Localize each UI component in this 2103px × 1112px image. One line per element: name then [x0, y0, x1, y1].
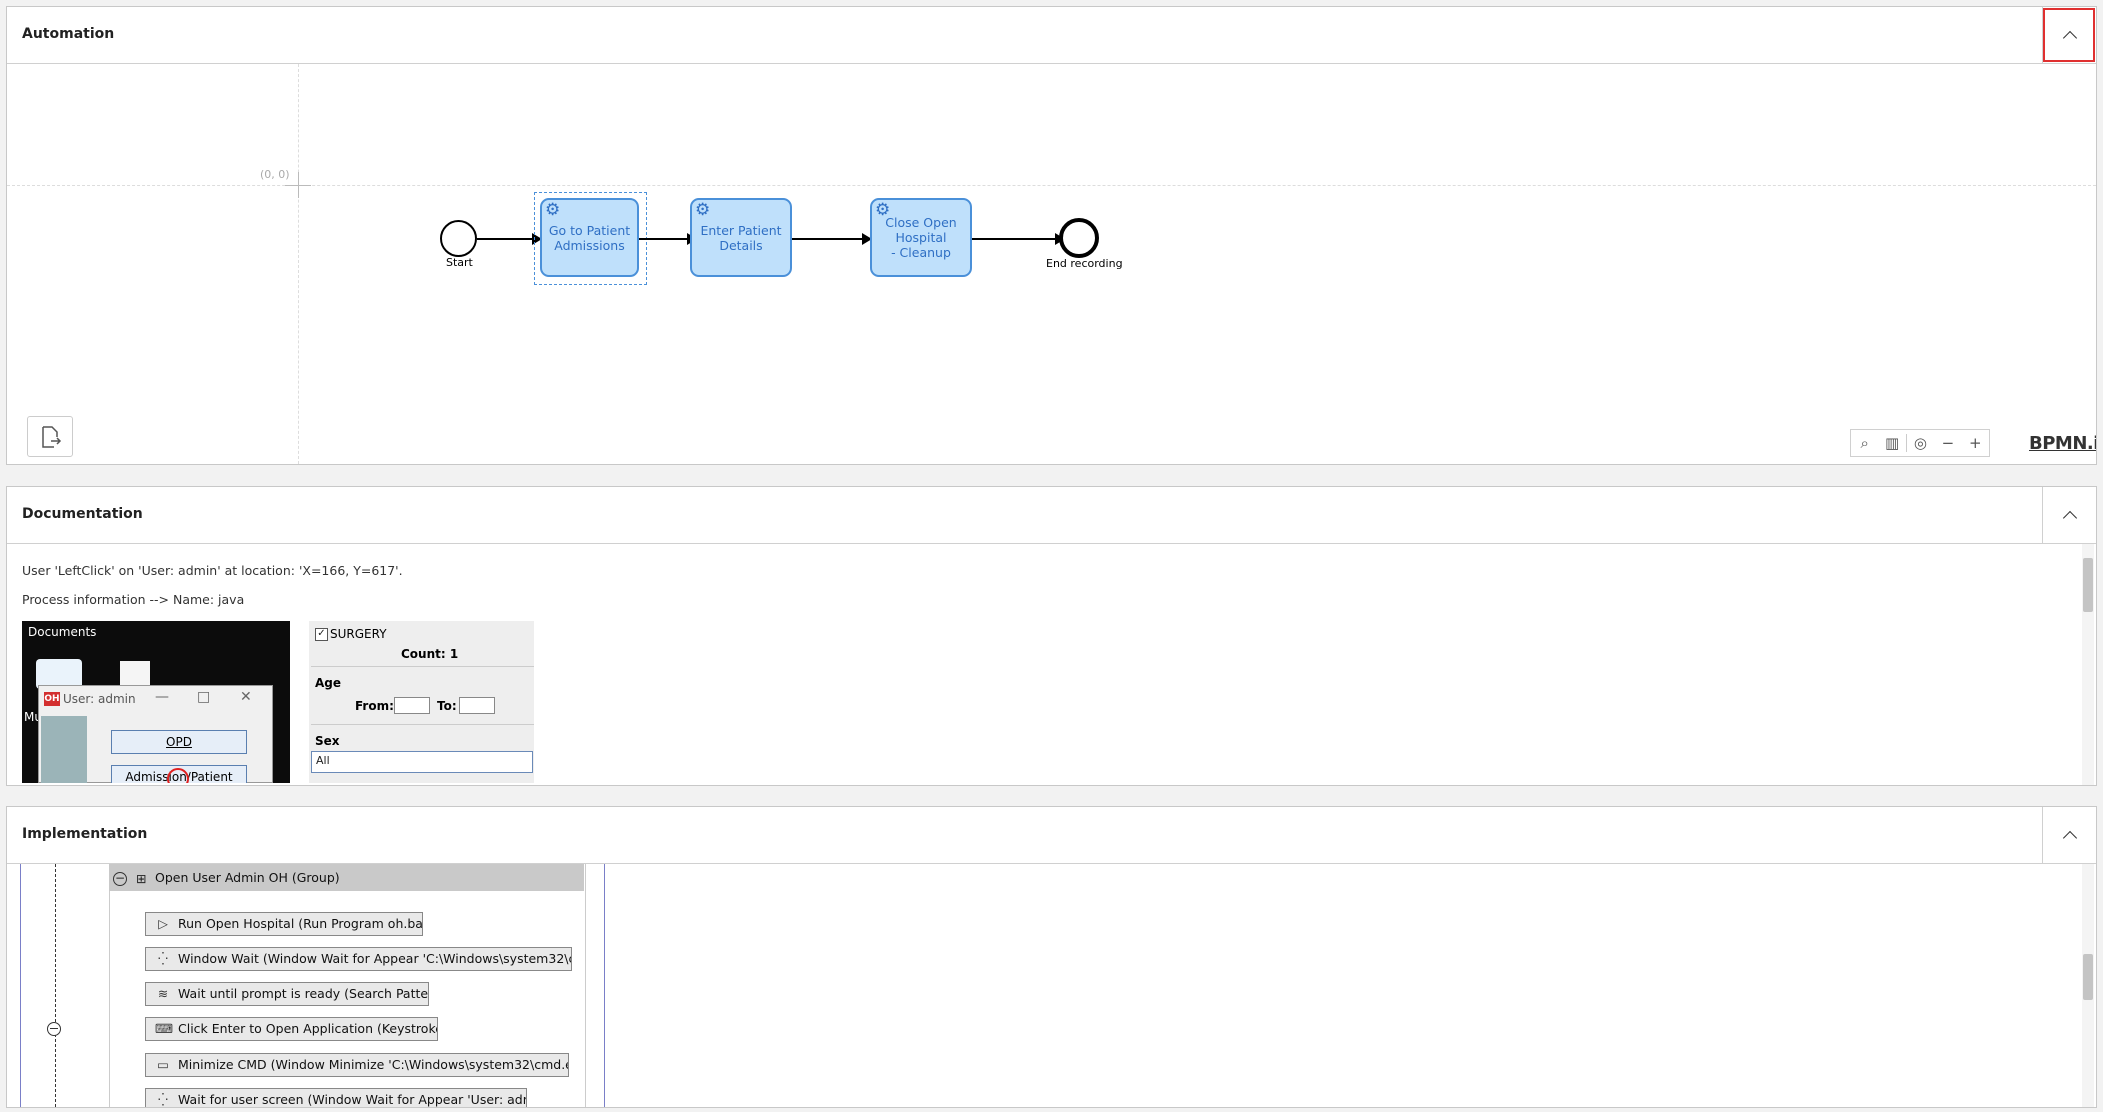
chevron-up-icon [2062, 30, 2077, 45]
minimap-icon[interactable]: ▥ [1878, 434, 1905, 452]
start-event[interactable] [440, 220, 477, 257]
zoom-toolbar: ⌕ ▥ ◎ − + [1850, 429, 1990, 457]
zoom-out-icon[interactable]: − [1934, 434, 1961, 452]
impl-scrollbar[interactable] [2082, 864, 2094, 1107]
to-label: To: [437, 699, 457, 713]
action-minimize-cmd[interactable]: ▭ Minimize CMD (Window Minimize 'C:\Wind… [145, 1053, 569, 1077]
sequence-flow[interactable] [972, 233, 1065, 245]
implementation-collapse-button[interactable] [2042, 807, 2096, 863]
documentation-header: Documentation [7, 487, 2096, 544]
user-admin-window: OH User: admin — □ ✕ OPD Admission/Patie… [38, 685, 273, 783]
group-header[interactable]: − ⊞ Open User Admin OH (Group) [109, 864, 584, 891]
end-event-label: End recording [1046, 257, 1123, 270]
play-icon: ▷ [158, 916, 168, 931]
chevron-up-icon [2062, 830, 2077, 845]
tree-collapse-icon[interactable] [47, 1022, 61, 1036]
sex-select: All [311, 751, 533, 773]
screenshot-desktop: Documents Mu OH User: admin — □ ✕ OPD Ad… [22, 621, 290, 783]
layers-icon: ≋ [157, 986, 169, 1001]
automation-panel: Automation (0, 0) Start ⚙ Go to Patient … [6, 6, 2097, 465]
impl-scrollbar-thumb[interactable] [2083, 954, 2093, 1000]
action-wait-user-screen[interactable]: ⁛ Wait for user screen (Window Wait for … [145, 1088, 527, 1107]
chevron-up-icon [2062, 510, 2077, 525]
task-label: Enter Patient Details [700, 222, 782, 253]
maximize-icon: □ [197, 689, 211, 705]
window-icon: ▭ [157, 1057, 169, 1072]
documentation-title: Documentation [22, 506, 143, 522]
spinner-icon: ⁛ [158, 1092, 168, 1107]
automation-title: Automation [22, 26, 115, 42]
checkbox-checked-icon: ✓ [315, 628, 328, 641]
origin-label: (0, 0) [260, 168, 290, 181]
action-run-open-hospital[interactable]: ▷ Run Open Hospital (Run Program oh.bat) [145, 912, 423, 936]
bpmn-canvas[interactable]: (0, 0) Start ⚙ Go to Patient Admissions … [7, 64, 2096, 464]
implementation-header: Implementation [7, 807, 2096, 864]
implementation-body[interactable]: − ⊞ Open User Admin OH (Group) ▷ Run Ope… [7, 864, 2096, 1107]
click-target-icon [167, 768, 189, 783]
sequence-flow[interactable] [792, 233, 872, 245]
collapse-group-icon[interactable]: − [113, 871, 127, 886]
task-close-open-hospital[interactable]: ⚙ Close Open Hospital - Cleanup [870, 198, 972, 277]
automation-collapse-button[interactable] [2042, 7, 2096, 63]
doc-action-description: User 'LeftClick' on 'User: admin' at loc… [22, 563, 403, 578]
oh-badge: OH [44, 692, 60, 706]
documentation-panel: Documentation User 'LeftClick' on 'User:… [6, 486, 2097, 786]
guide-line-horizontal [7, 185, 2096, 186]
action-window-wait-cmd[interactable]: ⁛ Window Wait (Window Wait for Appear 'C… [145, 947, 572, 971]
age-label: Age [315, 676, 342, 690]
group-box-icon: ⊞ [135, 871, 147, 886]
task-enter-patient-details[interactable]: ⚙ Enter Patient Details [690, 198, 792, 277]
task-label: Go to Patient Admissions [548, 222, 631, 253]
group-label: Open User Admin OH (Group) [155, 870, 340, 885]
doc-screenshot: Documents Mu OH User: admin — □ ✕ OPD Ad… [22, 621, 534, 783]
sequence-flow[interactable] [477, 233, 542, 245]
count-label: Count: 1 [401, 647, 459, 661]
center-icon[interactable]: ◎ [1907, 434, 1934, 452]
close-icon: ✕ [240, 689, 252, 705]
bpmn-io-logo[interactable]: BPMN.iO [2029, 433, 2096, 454]
window-sidebar [41, 716, 87, 783]
sex-label: Sex [315, 734, 340, 748]
action-wait-prompt[interactable]: ≋ Wait until prompt is ready (Search Pat… [145, 982, 429, 1006]
age-from-input [394, 697, 430, 714]
start-event-label: Start [446, 256, 473, 269]
window-title: User: admin [63, 692, 136, 706]
opd-button: OPD [111, 730, 247, 754]
export-diagram-button[interactable] [27, 416, 73, 457]
doc-scrollbar-thumb[interactable] [2083, 558, 2093, 612]
documentation-collapse-button[interactable] [2042, 487, 2096, 543]
gear-icon: ⚙ [695, 200, 711, 220]
age-to-input [459, 697, 495, 714]
implementation-title: Implementation [22, 826, 148, 842]
gear-icon: ⚙ [545, 200, 561, 220]
screenshot-filter-panel: ✓ SURGERY Count: 1 Age From: To: Sex All [309, 621, 534, 783]
automation-header: Automation [7, 7, 2096, 64]
task-go-to-patient-admissions[interactable]: ⚙ Go to Patient Admissions [540, 198, 639, 277]
end-event[interactable] [1059, 218, 1099, 258]
spinner-icon: ⁛ [158, 951, 168, 966]
implementation-panel: Implementation − ⊞ Open User Admin OH (G… [6, 806, 2097, 1108]
documentation-body[interactable]: User 'LeftClick' on 'User: admin' at loc… [7, 544, 2096, 785]
surgery-label: SURGERY [330, 627, 387, 641]
doc-scrollbar[interactable] [2082, 544, 2094, 785]
export-file-icon [42, 425, 62, 448]
guide-line-vertical [298, 64, 299, 464]
zoom-in-icon[interactable]: + [1962, 434, 1989, 452]
desktop-label: Documents [28, 625, 97, 639]
task-label: Close Open Hospital - Cleanup [885, 215, 957, 260]
keyboard-icon: ⌨ [155, 1021, 174, 1036]
from-label: From: [355, 699, 394, 713]
doc-process-info: Process information --> Name: java [22, 592, 245, 607]
sequence-flow[interactable] [639, 233, 697, 245]
minimize-icon: — [155, 689, 169, 705]
action-click-enter[interactable]: ⌨ Click Enter to Open Application (Keyst… [145, 1017, 438, 1041]
search-icon[interactable]: ⌕ [1851, 434, 1878, 452]
gear-icon: ⚙ [875, 200, 891, 220]
tree-connector [55, 864, 56, 1107]
